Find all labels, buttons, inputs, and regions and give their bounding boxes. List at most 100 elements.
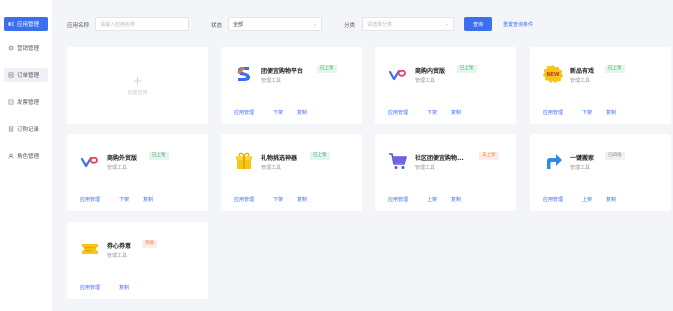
app-title: 商购外贸版 [107, 155, 138, 162]
app-card[interactable]: 商购内贸版 已上架 管理工具 应用管理 下架 复制 [375, 47, 516, 124]
copy-link[interactable]: 复制 [119, 284, 129, 291]
publish-link[interactable]: 上架 [582, 196, 592, 203]
app-category: 管理工具 [107, 165, 128, 171]
app-category: 管理工具 [261, 78, 282, 84]
status-badge: 已上架 [317, 65, 337, 73]
app-title: 一键搬家 [570, 155, 595, 162]
filter-bar: 应用名称 请输入应用名称 状态 全部 ⌄ 分类 请选择分类 ⌄ 查询 重置查询条… [56, 17, 667, 35]
status-badge: 草稿 [142, 240, 157, 248]
manage-app-link[interactable]: 应用管理 [543, 109, 563, 116]
manage-app-link[interactable]: 应用管理 [80, 284, 100, 291]
app-title: 团便宜购物平台 [261, 68, 304, 75]
app-name-label: 应用名称 [67, 23, 90, 29]
cart-icon [388, 151, 408, 171]
sidebar-item-invoice[interactable]: 发票管理 [4, 95, 48, 109]
copy-link[interactable]: 复制 [451, 109, 461, 116]
record-icon [8, 126, 14, 132]
app-name-input[interactable]: 请输入应用名称 [95, 17, 189, 31]
app-category: 管理工具 [107, 253, 128, 259]
gear-icon [8, 45, 14, 51]
sidebar-item-label: 营销管理 [17, 46, 40, 52]
publish-link[interactable]: 上架 [427, 196, 437, 203]
apps-icon [8, 21, 14, 27]
unpublish-link[interactable]: 下架 [273, 109, 283, 116]
copy-link[interactable]: 复制 [297, 196, 307, 203]
manage-app-link[interactable]: 应用管理 [388, 109, 408, 116]
app-name-placeholder: 请输入应用名称 [100, 22, 136, 28]
chevron-down-icon: ⌄ [312, 21, 317, 27]
category-placeholder: 请选择分类 [367, 22, 393, 28]
sidebar-item-roles[interactable]: 角色管理 [4, 149, 48, 163]
sidebar: 应用管理 营销管理 订单管理 发票管理 订购记录 角色管理 [0, 0, 52, 311]
status-badge: 已上架 [605, 65, 625, 73]
app-category: 管理工具 [415, 165, 436, 171]
app-title: 礼物挑选神器 [261, 155, 298, 162]
sidebar-item-orders[interactable]: 订单管理 [4, 68, 48, 82]
app-card[interactable]: 礼物挑选神器 已上架 管理工具 应用管理 下架 复制 [221, 134, 362, 211]
app-title: 券心券意 [107, 243, 132, 250]
sidebar-item-subscriptions[interactable]: 订购记录 [4, 122, 48, 136]
unpublish-link[interactable]: 下架 [427, 109, 437, 116]
status-value: 全部 [233, 22, 244, 28]
manage-app-link[interactable]: 应用管理 [388, 196, 408, 203]
invoice-icon [8, 99, 14, 105]
sidebar-item-label: 应用管理 [17, 22, 40, 28]
link-logo-icon [80, 151, 100, 171]
sidebar-item-label: 订购记录 [17, 127, 40, 133]
sidebar-item-label: 角色管理 [17, 154, 40, 160]
category-label: 分类 [344, 23, 356, 29]
query-button[interactable]: 查询 [464, 17, 492, 31]
status-select[interactable]: 全部 ⌄ [228, 17, 322, 31]
arrow-icon [543, 151, 563, 171]
app-category: 管理工具 [570, 165, 591, 171]
copy-link[interactable]: 复制 [143, 196, 153, 203]
sidebar-item-marketing[interactable]: 营销管理 [4, 41, 48, 55]
manage-app-link[interactable]: 应用管理 [80, 196, 100, 203]
app-category: 管理工具 [261, 165, 282, 171]
sidebar-item-label: 订单管理 [17, 73, 40, 79]
status-label: 状态 [211, 23, 223, 29]
main-content: 应用名称 请输入应用名称 状态 全部 ⌄ 分类 请选择分类 ⌄ 查询 重置查询条… [56, 6, 671, 305]
app-title: 社区团便宜购物... [415, 155, 464, 162]
status-badge: 已四线 [605, 152, 625, 160]
manage-app-link[interactable]: 应用管理 [234, 196, 254, 203]
status-badge: 已上架 [149, 152, 169, 160]
sidebar-item-app-management[interactable]: 应用管理 [4, 17, 48, 31]
status-badge: 已上架 [457, 65, 477, 73]
app-title: 新品有戏 [570, 68, 595, 75]
sidebar-item-label: 发票管理 [17, 100, 40, 106]
app-card[interactable]: 一键搬家 已四线 管理工具 应用管理 上架 复制 [530, 134, 671, 211]
list-icon [8, 72, 14, 78]
plus-icon: + [132, 73, 143, 88]
copy-link[interactable]: 复制 [297, 109, 307, 116]
app-title: 商购内贸版 [415, 68, 446, 75]
manage-app-link[interactable]: 应用管理 [234, 109, 254, 116]
app-card[interactable]: NEW 新品有戏 已上架 管理工具 应用管理 下架 复制 [530, 47, 671, 124]
app-card[interactable]: 社区团便宜购物... 未上架 管理工具 应用管理 上架 复制 [375, 134, 516, 211]
app-card[interactable]: 商购外贸版 已上架 管理工具 应用管理 下架 复制 [67, 134, 208, 211]
unpublish-link[interactable]: 下架 [119, 196, 129, 203]
new-badge-icon: NEW [542, 64, 564, 84]
link-logo-icon [388, 64, 408, 84]
ticket-icon [80, 239, 100, 259]
user-icon [8, 153, 14, 159]
app-category: 管理工具 [415, 78, 436, 84]
copy-link[interactable]: 复制 [606, 196, 616, 203]
copy-link[interactable]: 复制 [606, 109, 616, 116]
svg-text:NEW: NEW [546, 72, 560, 78]
status-badge: 未上架 [479, 152, 499, 160]
create-app-label: 创建应用 [127, 89, 148, 96]
app-card[interactable]: 团便宜购物平台 已上架 管理工具 应用管理 下架 复制 [221, 47, 362, 124]
app-card[interactable]: 券心券意 草稿 管理工具 应用管理 复制 [67, 222, 208, 299]
manage-app-link[interactable]: 应用管理 [543, 196, 563, 203]
reset-filters-link[interactable]: 重置查询条件 [503, 21, 533, 28]
copy-link[interactable]: 复制 [451, 196, 461, 203]
app-category: 管理工具 [570, 78, 591, 84]
unpublish-link[interactable]: 下架 [273, 196, 283, 203]
create-app-card[interactable]: + 创建应用 [67, 47, 208, 124]
gift-icon [234, 151, 254, 171]
chevron-down-icon: ⌄ [444, 21, 449, 27]
unpublish-link[interactable]: 下架 [582, 109, 592, 116]
status-badge: 已上架 [310, 152, 330, 160]
category-select[interactable]: 请选择分类 ⌄ [362, 17, 454, 31]
